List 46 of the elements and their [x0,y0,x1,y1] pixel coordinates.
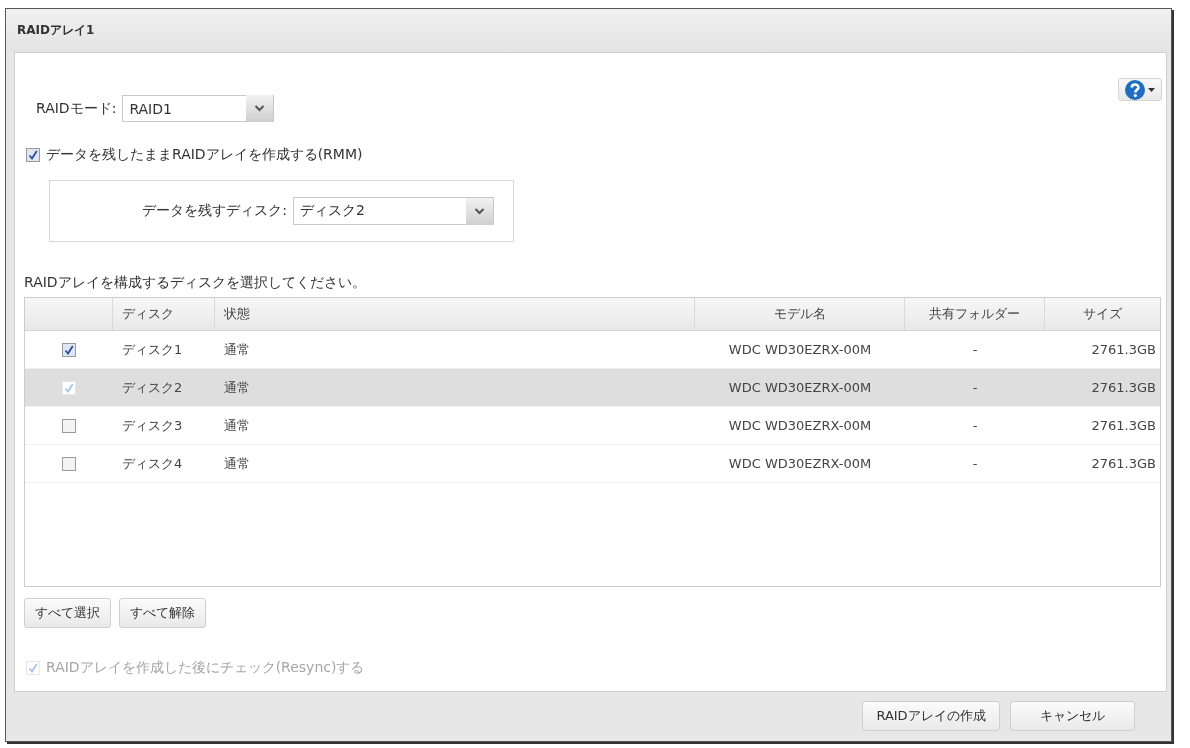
chevron-down-icon[interactable] [466,197,493,225]
table-cell: 通常 [224,454,250,473]
table-cell: 2761.3GB [1091,456,1156,471]
raid-mode-select[interactable]: RAID1 [122,95,275,122]
table-cell: 通常 [224,416,250,435]
keep-disk-label: データを残すディスク: [142,202,287,220]
checkbox[interactable] [62,456,76,471]
table-cell: WDC WD30EZRX-00M [728,342,872,357]
checkbox[interactable] [26,148,40,162]
table-cell: ディスク1 [122,340,183,359]
checkbox[interactable] [62,418,76,433]
column-header[interactable]: 状態 [224,305,250,323]
table-cell: - [972,380,978,395]
table-cell: ディスク3 [122,416,183,435]
checkbox-label: データを残したままRAIDアレイを作成する(RMM) [46,146,363,164]
table-cell: 2761.3GB [1091,380,1156,395]
select-all-button[interactable]: すべて選択 [24,598,111,628]
table-cell: 通常 [224,378,250,397]
table-cell: WDC WD30EZRX-00M [728,380,872,395]
dialog-title: RAIDアレイ1 [17,22,95,39]
column-header[interactable]: モデル名 [773,305,826,323]
help-icon [1125,79,1145,100]
column-header[interactable]: サイズ [1083,305,1122,323]
help-button[interactable] [1118,78,1162,101]
table-cell: ディスク4 [122,454,183,473]
column-header[interactable]: ディスク [122,305,174,323]
chevron-down-icon[interactable] [246,95,274,122]
cancel-button[interactable]: キャンセル [1010,701,1135,731]
table-cell: 2761.3GB [1091,342,1156,357]
checkbox[interactable] [62,342,76,357]
table-cell: - [972,456,978,471]
table-cell: - [972,342,978,357]
caret-icon [1148,87,1155,92]
checkbox-label: RAIDアレイを作成した後にチェック(Resync)する [46,659,365,677]
table-cell: 2761.3GB [1091,418,1156,433]
column-header[interactable]: 共有フォルダー [929,305,1020,323]
deselect-all-button[interactable]: すべて解除 [119,598,206,628]
table-cell: WDC WD30EZRX-00M [728,418,872,433]
table-cell: WDC WD30EZRX-00M [728,456,872,471]
create-button[interactable]: RAIDアレイの作成 [862,701,1000,731]
table-cell: 通常 [224,340,250,359]
keep-disk-select[interactable]: ディスク2 [293,197,494,225]
table-cell: - [972,418,978,433]
instruction-text: RAIDアレイを構成するディスクを選択してください。 [24,274,366,292]
table-cell: ディスク2 [122,378,183,397]
raid-mode-label: RAIDモード: [36,99,117,118]
